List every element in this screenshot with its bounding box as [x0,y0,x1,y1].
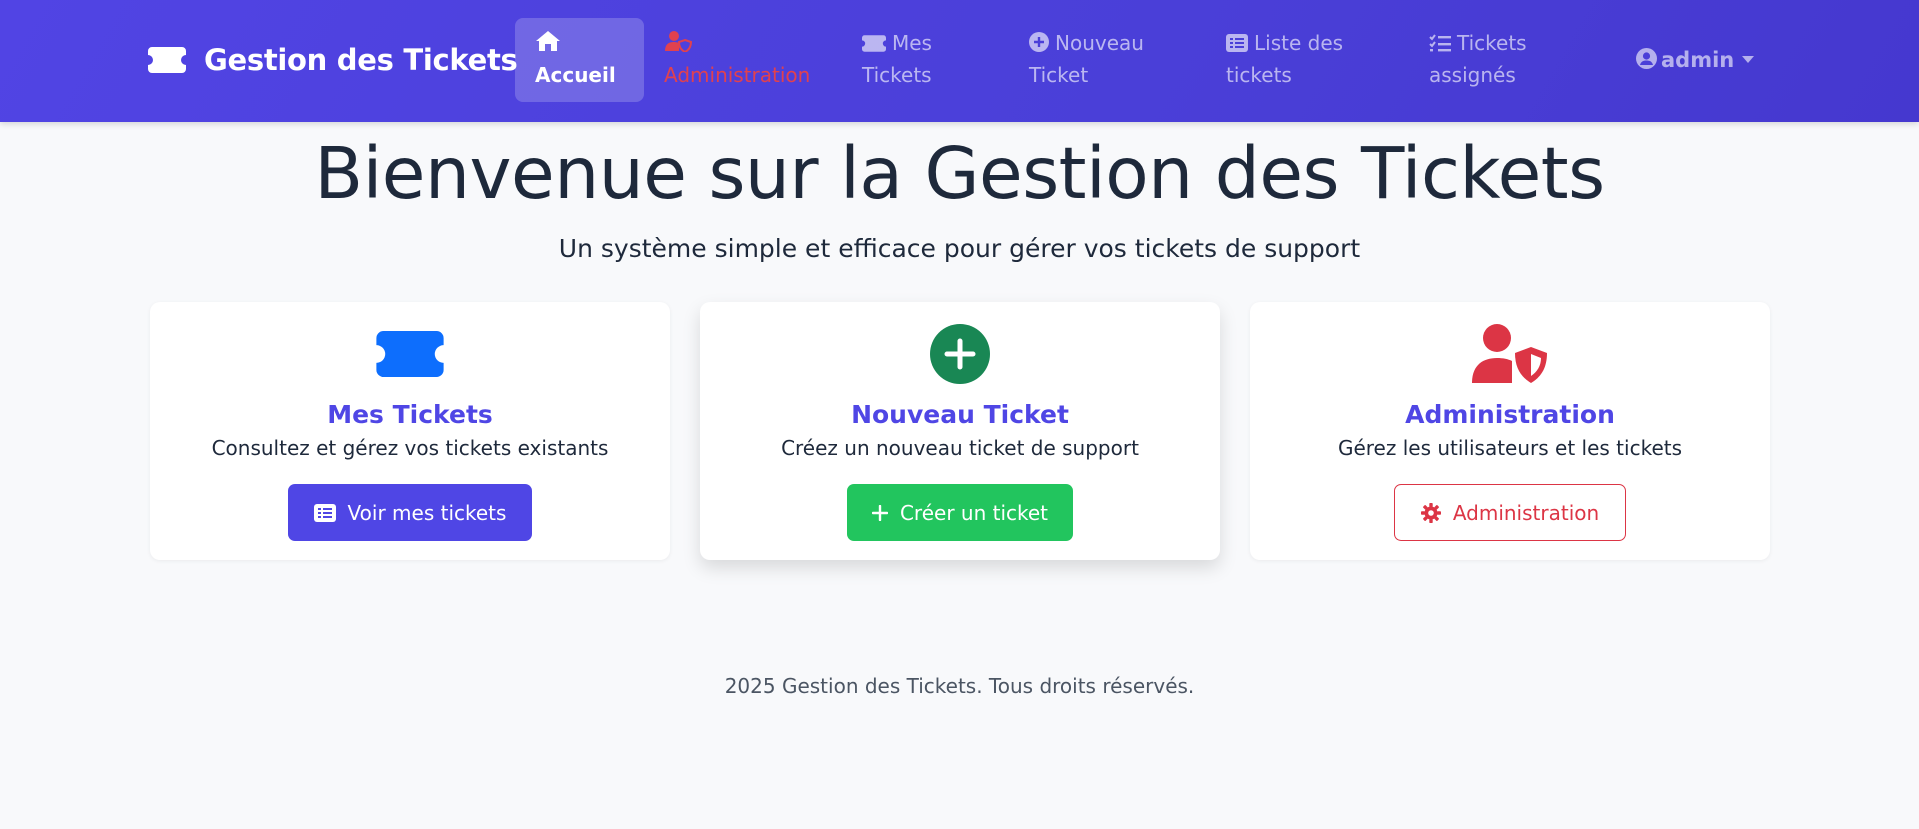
nav-label: Accueil [535,63,616,87]
creer-ticket-button[interactable]: Créer un ticket [847,484,1073,541]
footer-text: 2025 Gestion des Tickets. Tous droits ré… [724,674,1195,698]
nav-label-line2: tickets [1226,63,1292,87]
nav-item-administration[interactable]: Administration [644,18,834,102]
card-mes-tickets: Mes Tickets Consultez et gérez vos ticke… [150,302,670,560]
user-shield-icon [665,31,692,52]
button-label: Créer un ticket [899,500,1049,525]
username: admin [1661,48,1735,72]
navbar: Gestion des Tickets Accueil Administrati… [0,0,1919,122]
nav-item-nouveau-ticket[interactable]: Nouveau Ticket [1009,18,1189,102]
ticket-icon [862,35,886,52]
nav-label-line1: Liste des [1254,31,1344,55]
plus-icon [871,504,888,521]
nav-label-line1: Tickets [1457,31,1527,55]
nav-label-line2: Tickets [862,63,932,87]
button-label: Administration [1452,500,1600,525]
plus-circle-icon [1029,32,1049,52]
nav-label-line2: assignés [1429,63,1516,87]
user-circle-icon [1636,48,1657,69]
nav-label-line1: Mes [892,31,932,55]
card-title: Administration [1405,400,1615,429]
tasks-icon [1429,34,1451,52]
page-subtitle: Un système simple et efficace pour gérer… [558,234,1361,263]
card-administration: Administration Gérez les utilisateurs et… [1250,302,1770,560]
nav-label-line2: Ticket [1029,63,1089,87]
nav-item-mes-tickets[interactable]: Mes Tickets [842,18,1002,102]
brand-title: Gestion des Tickets [204,43,518,77]
gear-icon [1420,502,1441,523]
card-title: Nouveau Ticket [851,400,1069,429]
home-icon [536,31,560,51]
page-title: Bienvenue sur la Gestion des Tickets [314,132,1605,215]
user-shield-icon [1472,324,1547,383]
brand-link[interactable]: Gestion des Tickets [148,40,518,80]
card-text: Consultez et gérez vos tickets existants [211,436,609,460]
administration-button[interactable]: Administration [1394,484,1626,541]
card-nouveau-ticket: Nouveau Ticket Créez un nouveau ticket d… [700,302,1220,560]
user-dropdown[interactable]: admin [1636,42,1766,78]
card-title: Mes Tickets [327,400,493,429]
card-text: Gérez les utilisateurs et les tickets [1337,436,1683,460]
list-icon [313,503,336,522]
voir-mes-tickets-button[interactable]: Voir mes tickets [288,484,532,541]
nav-item-tickets-assignes[interactable]: Tickets assignés [1409,18,1579,102]
nav-label: Administration [664,63,811,87]
ticket-icon [376,331,444,377]
chevron-down-icon [1742,56,1755,63]
button-label: Voir mes tickets [347,500,507,525]
plus-circle-icon [930,324,990,384]
card-text: Créez un nouveau ticket de support [781,436,1139,460]
ticket-icon [148,47,186,73]
nav-label-line1: Nouveau [1055,31,1144,55]
nav-item-liste-des-tickets[interactable]: Liste des tickets [1206,18,1391,102]
list-icon [1226,34,1248,52]
nav-item-accueil[interactable]: Accueil [515,18,644,102]
